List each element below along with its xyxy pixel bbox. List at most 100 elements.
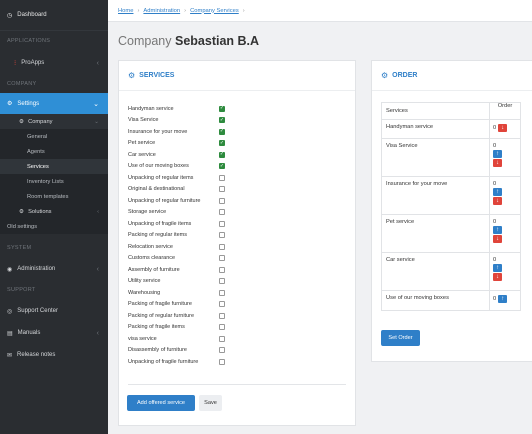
move-up-button[interactable]: ↑ (493, 264, 502, 272)
service-option: Packing of regular items (128, 230, 225, 242)
move-up-button[interactable]: ↑ (498, 295, 508, 303)
move-down-button[interactable]: ↓ (493, 197, 502, 205)
move-down-button[interactable]: ↓ (493, 273, 502, 281)
service-option: Visa Service ✓ (128, 115, 225, 127)
service-checkbox[interactable] (219, 174, 225, 181)
order-value: 0 (493, 296, 497, 302)
service-checkbox[interactable] (219, 186, 225, 193)
order-controls: 0 ↑ ↓ (490, 215, 520, 252)
save-button[interactable]: Save (199, 395, 222, 411)
service-checkbox[interactable] (219, 312, 225, 319)
sidebar-item-administration[interactable]: ◉ Administration ‹ (0, 258, 108, 280)
service-checkbox[interactable] (219, 301, 225, 308)
service-option-label: Handyman service (128, 105, 174, 112)
service-checkbox[interactable] (219, 232, 225, 239)
page-title: Company Sebastian B.A (118, 34, 259, 48)
sidebar-item-solutions[interactable]: ⚙ Solutions ‹ (0, 204, 108, 219)
service-checkbox[interactable] (219, 324, 225, 331)
order-service-name: Handyman service (382, 120, 490, 138)
services-list: Handyman service ✓ Visa Service ✓ Insurance … (128, 103, 225, 368)
service-checkbox[interactable]: ✓ (219, 151, 225, 158)
service-option-label: Disassembly of furniture (128, 347, 187, 354)
service-checkbox[interactable] (219, 289, 225, 296)
settings-submenu: ⚙ Company ⌄ General Agents Services Inve… (0, 114, 108, 234)
service-checkbox[interactable]: ✓ (219, 117, 225, 124)
sidebar-item-proapps[interactable]: ⁝ ProApps ‹ (0, 51, 108, 75)
service-checkbox[interactable] (219, 358, 225, 365)
sidebar-item-company[interactable]: ⚙ Company ⌄ (0, 114, 108, 129)
order-value: 0 (493, 125, 497, 131)
order-controls: 0 ↑ (490, 291, 520, 310)
sidebar-item-manuals[interactable]: ▤ Manuals ‹ (0, 322, 108, 344)
breadcrumb-home[interactable]: Home (118, 8, 133, 14)
service-checkbox[interactable] (219, 220, 225, 227)
service-option: Utility service (128, 276, 225, 288)
sidebar-item-old-settings[interactable]: Old settings (0, 219, 108, 234)
sidebar-item-label: Dashboard (17, 12, 47, 18)
move-up-button[interactable]: ↑ (493, 150, 502, 158)
services-card-header: ⚙ SERVICES (119, 61, 355, 91)
sidebar-item-agents[interactable]: Agents (0, 144, 108, 159)
order-value: 0 (493, 181, 497, 187)
order-service-name: Use of our moving boxes (382, 291, 490, 310)
order-title: ORDER (392, 72, 418, 79)
service-option: Car service ✓ (128, 149, 225, 161)
order-inline: 0 ↓ (493, 124, 517, 132)
move-down-button[interactable]: ↓ (493, 235, 502, 243)
service-checkbox[interactable] (219, 209, 225, 216)
sidebar-item-inventory-lists[interactable]: Inventory Lists (0, 174, 108, 189)
chevron-left-icon: ‹ (97, 208, 99, 215)
move-down-button[interactable]: ↓ (493, 159, 502, 167)
order-card: ⚙ ORDER Services Order Handyman service 0… (371, 60, 532, 362)
service-checkbox[interactable] (219, 266, 225, 273)
order-value: 0 (493, 257, 497, 263)
service-option-label: Visa Service (128, 117, 159, 124)
gear-icon: ⚙ (381, 71, 389, 80)
service-option-label: Unpacking of regular furniture (128, 197, 201, 204)
breadcrumb-administration[interactable]: Administration (143, 8, 180, 14)
sidebar-item-room-templates[interactable]: Room templates (0, 189, 108, 204)
service-checkbox[interactable]: ✓ (219, 140, 225, 147)
move-up-button[interactable]: ↑ (493, 226, 502, 234)
service-checkbox[interactable] (219, 278, 225, 285)
service-option: Packing of regular furniture (128, 310, 225, 322)
sidebar-item-settings[interactable]: ⚙ Settings ⌄ (0, 93, 108, 114)
sidebar-item-release-notes[interactable]: ✉ Release notes (0, 344, 108, 366)
add-offered-service-button[interactable]: Add offered service (127, 395, 195, 411)
column-header-services: Services (382, 103, 490, 119)
sidebar-item-dashboard[interactable]: ◷ Dashboard (0, 0, 108, 31)
service-option-label: Packing of fragile furniture (128, 301, 192, 308)
service-option: Unpacking of regular items (128, 172, 225, 184)
service-checkbox[interactable] (219, 335, 225, 342)
move-up-button[interactable]: ↑ (493, 188, 502, 196)
service-checkbox[interactable]: ✓ (219, 163, 225, 170)
sidebar-item-general[interactable]: General (0, 129, 108, 144)
service-checkbox[interactable]: ✓ (219, 128, 225, 135)
service-option-label: Insurance for your move (128, 128, 188, 135)
order-inline: 0 ↑ (493, 295, 517, 303)
service-checkbox[interactable] (219, 243, 225, 250)
breadcrumb-company-services[interactable]: Company Services (190, 8, 239, 14)
move-down-button[interactable]: ↓ (498, 124, 508, 132)
service-option: Assembly of furniture (128, 264, 225, 276)
service-checkbox[interactable] (219, 255, 225, 262)
service-option-label: Packing of regular furniture (128, 312, 195, 319)
services-card: ⚙ SERVICES Handyman service ✓ Visa Service… (118, 60, 356, 426)
service-option-label: Original & destinational (128, 186, 185, 193)
section-company: COMPANY (7, 81, 37, 87)
order-row: Visa Service 0 ↑ ↓ (382, 139, 520, 177)
service-option-label: Storage service (128, 209, 167, 216)
order-service-name: Pet service (382, 215, 490, 252)
sidebar-item-services[interactable]: Services (0, 159, 108, 174)
breadcrumb-separator-icon: › (137, 7, 140, 14)
service-checkbox[interactable] (219, 347, 225, 354)
sidebar-item-support-center[interactable]: ◎ Support Center (0, 300, 108, 322)
service-checkbox[interactable]: ✓ (219, 105, 225, 112)
service-checkbox[interactable] (219, 197, 225, 204)
order-table: Services Order Handyman service 0 ↓ Visa Se… (381, 102, 521, 311)
service-option: Unpacking of regular furniture (128, 195, 225, 207)
set-order-button[interactable]: Set Order (381, 330, 420, 346)
service-option-label: Unpacking of regular items (128, 174, 194, 181)
order-table-header: Services Order (382, 103, 520, 120)
order-row: Pet service 0 ↑ ↓ (382, 215, 520, 253)
